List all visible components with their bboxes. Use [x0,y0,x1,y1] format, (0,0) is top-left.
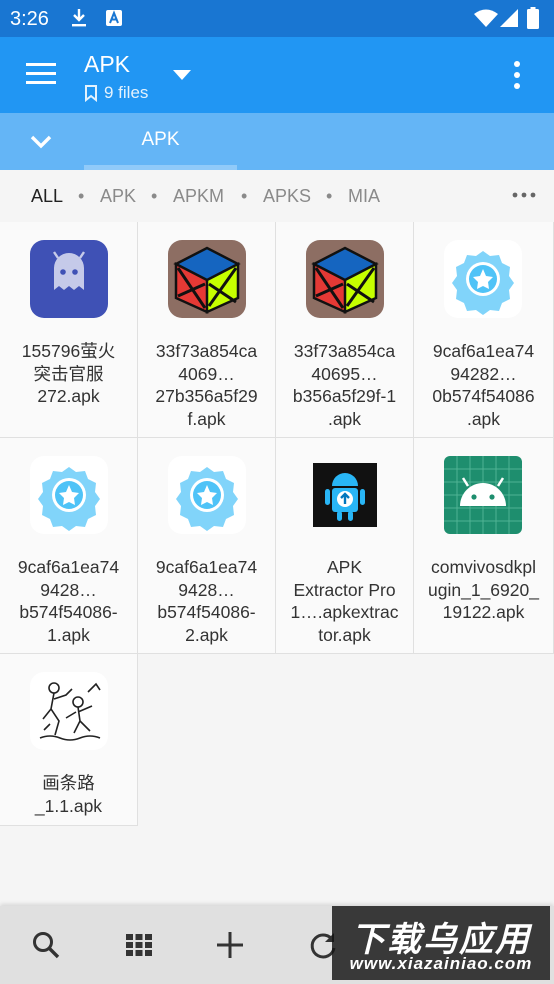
battery-icon [527,7,539,29]
file-name: 155796萤火 突击官服 272.apk [4,340,133,408]
watermark-url: www.xiazainiao.com [349,954,533,973]
rubiks-cube-icon [168,240,246,318]
file-name: 33f73a854ca 40695… b356a5f29f-1 .apk [280,340,409,430]
file-name-line: .apk [327,408,362,429]
file-name-line: _1.1.apk [34,795,103,816]
file-name-line: 94282… [450,363,517,384]
file-name-line: 1.apk [47,624,90,645]
separator-dot: • [78,186,85,206]
tab-apk-label: APK [141,129,180,150]
badge-star-icon [168,456,246,534]
file-name: 9caf6a1ea74 94282… 0b574f54086 .apk [418,340,549,430]
file-name: 33f73a854ca 4069… 27b356a5f29 f.apk [142,340,271,430]
filter-apk[interactable]: APK [100,186,136,207]
file-name-line: 27b356a5f29 [155,386,258,407]
file-tile[interactable]: 画条路 _1.1.apk [0,654,138,826]
file-name-line: 9caf6a1ea74 [155,557,258,577]
file-tile[interactable]: APK Extractor Pro 1….apkextrac tor.apk [276,438,414,654]
font-a-icon [106,10,122,26]
file-name-line: 19122.apk [442,602,525,623]
grid-view-icon[interactable] [122,928,156,962]
file-name-line: 画条路 [42,773,95,793]
filter-row: ALL • APK • APKM • APKS • MIA [0,170,554,222]
file-name-line: ugin_1_6920_ [428,579,539,600]
file-name-line: 9caf6a1ea74 [432,341,535,361]
status-bar: 3:26 [0,0,554,37]
download-icon [72,9,86,27]
file-name-line: b574f54086- [19,602,118,623]
file-name-line: b574f54086- [157,602,256,623]
file-name-line: 33f73a854ca [155,341,258,361]
filter-all[interactable]: ALL [31,186,63,207]
more-horiz-icon[interactable] [512,190,536,200]
signal-icon [500,9,518,27]
file-tile[interactable]: 9caf6a1ea74 94282… 0b574f54086 .apk [414,222,554,438]
chevron-down-icon[interactable] [170,65,194,85]
wifi-icon [474,9,498,27]
filter-mia[interactable]: MIA [348,186,380,207]
file-name-line: APK [326,557,363,577]
file-tile[interactable]: comvivosdkpl ugin_1_6920_ 19122.apk [414,438,554,654]
search-icon[interactable] [29,928,63,962]
page-title: APK [84,51,131,77]
file-name-line: 9caf6a1ea74 [17,557,120,577]
file-tile[interactable]: 33f73a854ca 4069… 27b356a5f29 f.apk [138,222,276,438]
file-name-line: Extractor Pro [293,579,396,600]
file-name: 画条路 _1.1.apk [4,772,133,817]
tab-row: APK [0,113,554,170]
file-name-line: .apk [466,408,501,429]
filter-apks[interactable]: APKS [263,186,311,207]
file-tile[interactable]: 155796萤火 突击官服 272.apk [0,222,138,438]
bookmark-icon [85,84,97,102]
watermark-logo: 下载乌应用 www.xiazainiao.com [332,906,550,980]
filter-apkm[interactable]: APKM [173,186,224,207]
rubiks-cube-icon [306,240,384,318]
file-tile[interactable]: 9caf6a1ea74 9428… b574f54086- 2.apk [138,438,276,654]
sketch-drawing-icon [30,672,108,750]
file-name-line: 33f73a854ca [293,341,396,361]
separator-dot: • [326,186,333,206]
badge-star-icon [444,240,522,318]
separator-dot: • [241,186,248,206]
android-robot-icon [444,456,522,534]
file-name: comvivosdkpl ugin_1_6920_ 19122.apk [418,556,549,624]
hamburger-menu-icon[interactable] [22,59,58,89]
file-name-line: comvivosdkpl [430,557,537,577]
app-bar: APK 9 files [0,37,554,113]
file-name-line: b356a5f29f-1 [292,386,397,407]
file-name-line: tor.apk [318,624,371,645]
file-name-line: 4069… [178,363,235,384]
chevron-down-icon[interactable] [26,129,56,155]
file-name-line: 0b574f54086 [432,386,535,407]
file-name-line: 突击官服 [33,363,104,384]
file-name-line: 1….apkextrac [290,602,399,623]
file-name-line: 155796萤火 [21,341,116,361]
file-count-label: 9 files [104,83,149,102]
status-time: 3:26 [10,8,49,30]
file-count: 9 files [84,83,148,103]
badge-star-icon [30,456,108,534]
add-icon[interactable] [213,928,247,962]
file-name-line: 9428… [178,579,235,600]
file-name-line: 272.apk [37,386,100,407]
android-ghost-app-icon [30,240,108,318]
separator-dot: • [151,186,158,206]
tab-apk[interactable]: APK [84,113,237,170]
file-name-line: 40695… [311,363,378,384]
file-tile[interactable]: 9caf6a1ea74 9428… b574f54086- 1.apk [0,438,138,654]
more-vert-icon[interactable] [504,59,530,93]
file-name: APK Extractor Pro 1….apkextrac tor.apk [280,556,409,646]
file-name-line: 9428… [40,579,97,600]
file-name: 9caf6a1ea74 9428… b574f54086- 2.apk [142,556,271,646]
file-name: 9caf6a1ea74 9428… b574f54086- 1.apk [4,556,133,646]
apk-extractor-icon [306,456,384,534]
file-tile[interactable]: 33f73a854ca 40695… b356a5f29f-1 .apk [276,222,414,438]
file-name-line: 2.apk [185,624,228,645]
file-name-line: f.apk [187,408,226,429]
